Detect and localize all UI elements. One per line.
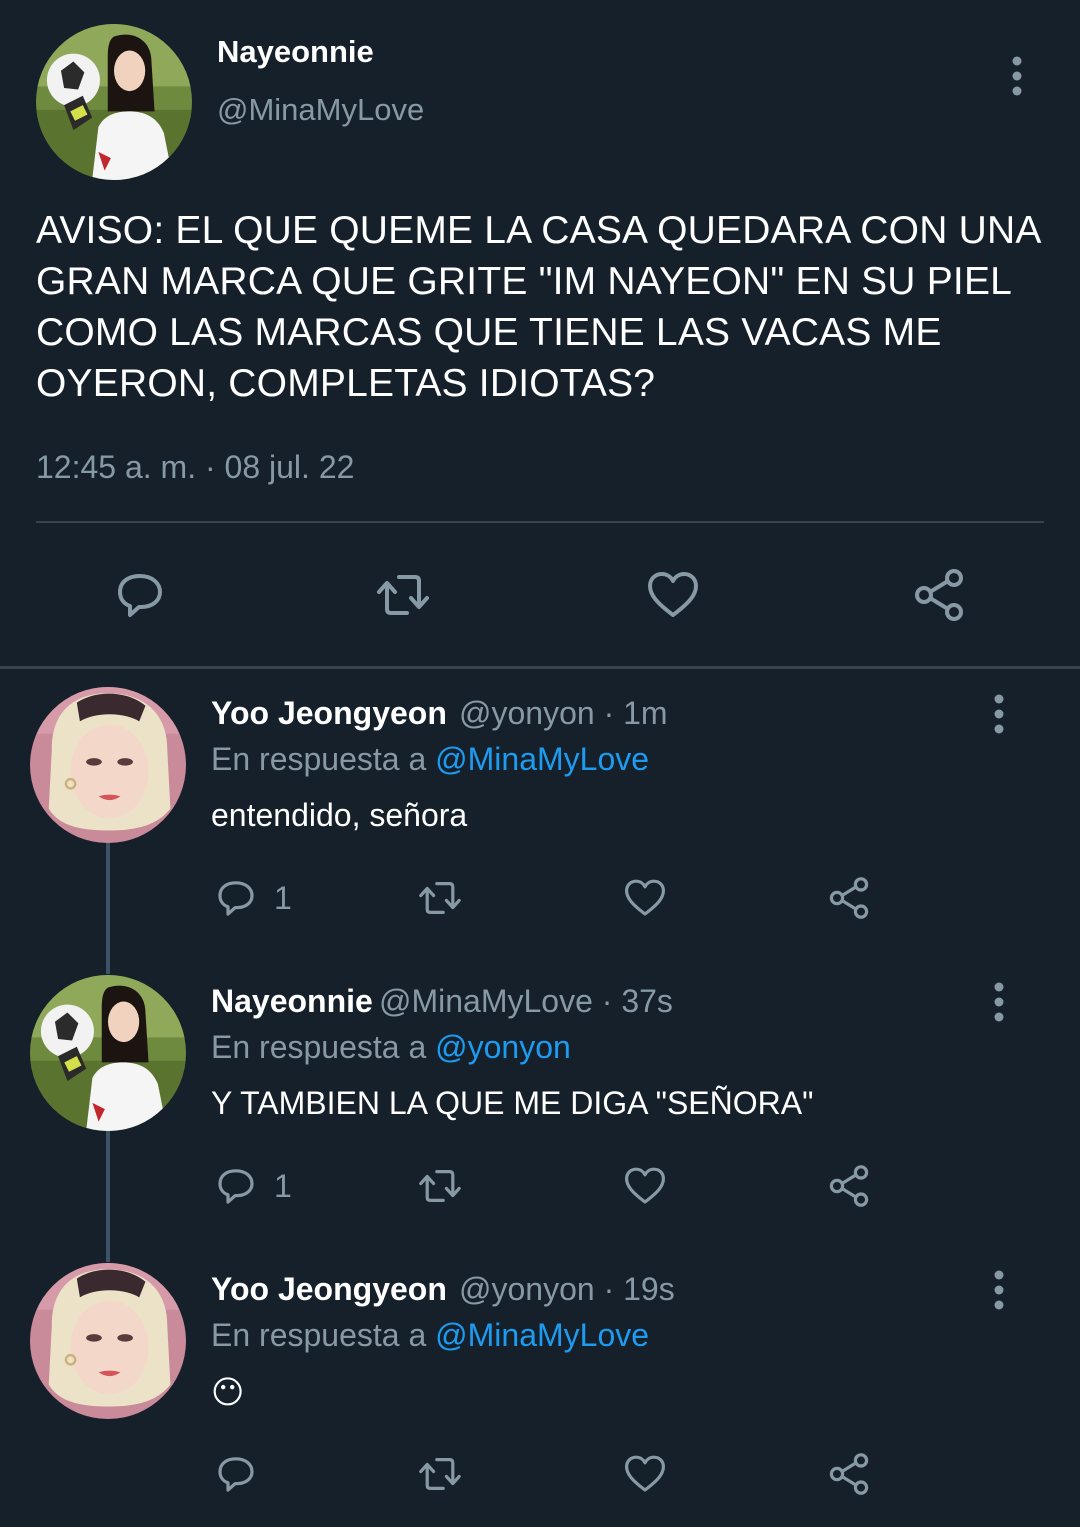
reply-author-name[interactable]: Nayeonnie [211, 983, 373, 1020]
thread-connector [106, 1130, 110, 1262]
reply-icon[interactable] [212, 1450, 260, 1498]
in-reply-prefix: En respuesta a [211, 741, 436, 777]
like-icon[interactable] [643, 565, 703, 625]
mention-link[interactable]: @MinaMyLove [435, 1317, 649, 1353]
share-icon[interactable] [825, 874, 873, 922]
reply-time: · 37s [601, 983, 673, 1019]
reply-text: Y TAMBIEN LA QUE ME DIGA "SEÑORA" [211, 1085, 814, 1121]
author-avatar[interactable] [36, 24, 192, 180]
reply-avatar[interactable] [30, 975, 186, 1131]
reply-text: 😶 [211, 1374, 245, 1410]
reply-avatar[interactable] [30, 1263, 186, 1419]
reply-time: · 19s [603, 1271, 675, 1307]
reply-author-name[interactable]: Yoo Jeongyeon [211, 695, 447, 732]
like-icon[interactable] [621, 1450, 669, 1498]
author-handle[interactable]: @MinaMyLove [217, 92, 424, 128]
reply-count: 1 [274, 880, 292, 916]
reply-meta: @yonyon · 1m [459, 695, 668, 732]
in-reply-to: En respuesta a @yonyon [211, 1029, 571, 1066]
reply-icon[interactable] [110, 565, 170, 625]
like-icon[interactable] [621, 1162, 669, 1210]
tweet-timestamp[interactable]: 12:45 a. m. · 08 jul. 22 [36, 449, 354, 486]
share-icon[interactable] [825, 1450, 873, 1498]
reply-avatar[interactable] [30, 687, 186, 843]
more-vertical-icon[interactable] [1011, 56, 1023, 96]
in-reply-prefix: En respuesta a [211, 1317, 436, 1353]
reply-count: 1 [274, 1168, 292, 1204]
mention-link[interactable]: @yonyon [435, 1029, 571, 1065]
author-name[interactable]: Nayeonnie [217, 34, 374, 70]
in-reply-to: En respuesta a @MinaMyLove [211, 1317, 649, 1354]
divider [36, 521, 1044, 523]
reply-author-handle[interactable]: @yonyon [459, 1271, 595, 1307]
reply-meta: @yonyon · 19s [459, 1271, 675, 1308]
divider [0, 666, 1080, 669]
reply-author-handle[interactable]: @yonyon [459, 695, 595, 731]
reply-author-handle[interactable]: @MinaMyLove [379, 983, 593, 1019]
mention-link[interactable]: @MinaMyLove [435, 741, 649, 777]
retweet-icon[interactable] [373, 565, 433, 625]
reply-text: entendido, señora [211, 797, 468, 833]
reply-icon[interactable] [212, 874, 260, 922]
more-vertical-icon[interactable] [993, 1270, 1005, 1310]
in-reply-prefix: En respuesta a [211, 1029, 436, 1065]
share-icon[interactable] [825, 1162, 873, 1210]
more-vertical-icon[interactable] [993, 694, 1005, 734]
tweet-text: AVISO: EL QUE QUEME LA CASA QUEDARA CON … [36, 209, 1040, 405]
reply-icon[interactable] [212, 1162, 260, 1210]
reply-meta: @MinaMyLove · 37s [379, 983, 673, 1020]
thread-connector [106, 842, 110, 974]
retweet-icon[interactable] [416, 1162, 464, 1210]
like-icon[interactable] [621, 874, 669, 922]
retweet-icon[interactable] [416, 1450, 464, 1498]
share-icon[interactable] [909, 565, 969, 625]
reply-time: · 1m [603, 695, 668, 731]
more-vertical-icon[interactable] [993, 982, 1005, 1022]
in-reply-to: En respuesta a @MinaMyLove [211, 741, 649, 778]
reply-author-name[interactable]: Yoo Jeongyeon [211, 1271, 447, 1308]
retweet-icon[interactable] [416, 874, 464, 922]
